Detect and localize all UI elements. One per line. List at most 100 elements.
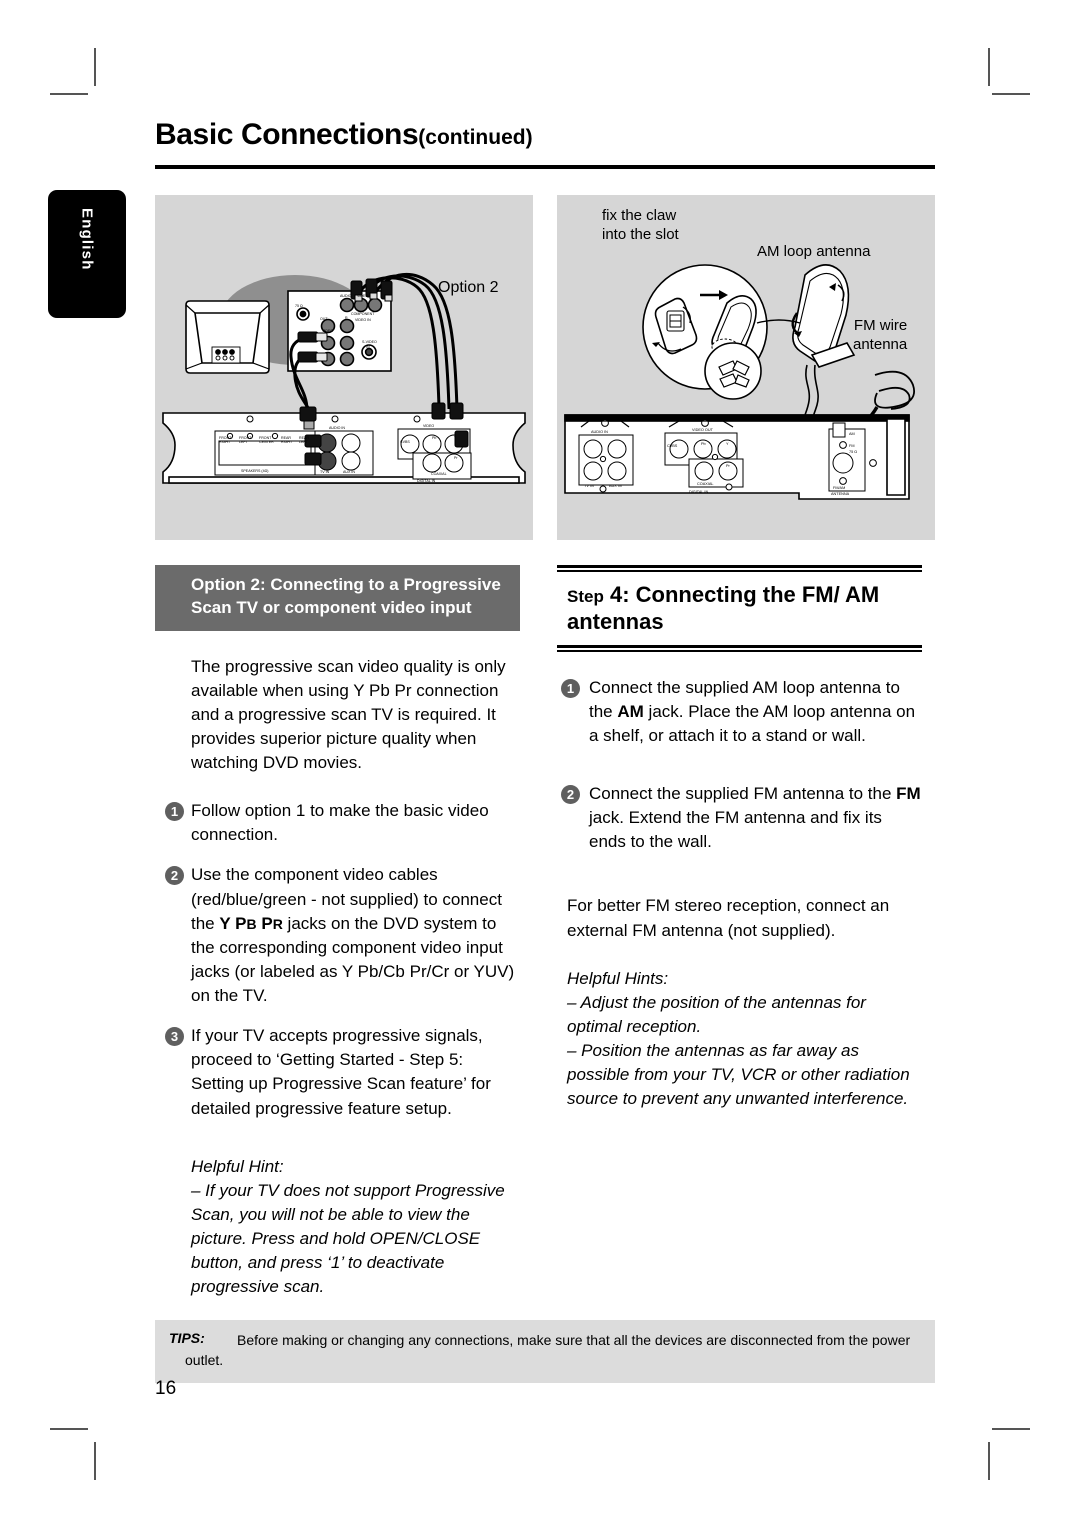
step-rule-bottom <box>557 644 922 648</box>
label-pb-small: B <box>246 915 257 932</box>
step-rule-top <box>557 565 922 568</box>
svg-text:AUX IN: AUX IN <box>343 470 355 474</box>
label-pr-small: R <box>272 915 283 932</box>
svg-text:DIGITAL IN: DIGITAL IN <box>417 479 436 483</box>
svg-text:VIDEO: VIDEO <box>423 424 434 428</box>
step-number-badge: 1 <box>561 678 580 698</box>
left-step-2: 2 Use the component video cables (red/blu… <box>155 863 520 1008</box>
svg-text:LEFT: LEFT <box>299 440 309 444</box>
option-heading-text: Option 2: Connecting to a Progressive Sc… <box>191 575 501 617</box>
svg-text:R: R <box>345 316 348 320</box>
jack-label-am: AM <box>617 701 644 721</box>
crop-mark-top-right-vertical <box>988 48 990 86</box>
left-step-1: 1 Follow option 1 to make the basic vide… <box>155 799 520 847</box>
illustration-callout-am-loop: AM loop antenna <box>757 243 871 260</box>
title-rule <box>155 165 935 169</box>
svg-text:75 Ω: 75 Ω <box>849 450 857 454</box>
svg-text:OUT: OUT <box>320 317 328 321</box>
crop-mark-top-left-vertical <box>94 48 96 86</box>
label-pb-cap: P <box>235 913 247 933</box>
svg-text:IN: IN <box>366 345 370 349</box>
right-hint-body-1: – Adjust the position of the antennas fo… <box>567 992 866 1036</box>
step-heading-number: 4: <box>609 582 630 607</box>
illustration-option2-component-video: 75 Ω AUDIO VIDEO COMPONENT VIDEO IN OUT … <box>155 195 533 540</box>
right-step-2-text-before: Connect the supplied FM antenna to the <box>589 784 897 804</box>
option-heading-band: Option 2: Connecting to a Progressive Sc… <box>155 565 520 631</box>
label-y: Y <box>219 913 231 933</box>
language-tab-label: English <box>78 208 96 271</box>
svg-text:DIGITAL IN: DIGITAL IN <box>689 490 708 494</box>
right-step-1: 1 Connect the supplied AM loop antenna to… <box>557 676 922 748</box>
svg-text:SPEAKERS (4Ω): SPEAKERS (4Ω) <box>241 469 268 473</box>
right-step-2-text-after: jack. Extend the FM antenna and fix its … <box>589 808 882 852</box>
svg-text:AUDIO: AUDIO <box>340 294 352 298</box>
jack-label-fm: FM <box>896 784 921 804</box>
svg-text:COAXIAL: COAXIAL <box>431 472 447 476</box>
illustration-callout-fix-claw: fix the claw into the slot <box>602 207 679 243</box>
tips-footer: TIPS: Before making or changing any conn… <box>155 1320 935 1383</box>
illustration-fm-am-antennas: AUDIO IN TV IN AUX IN VIDEO OUT CVBS Pb … <box>557 195 935 540</box>
tips-label: TIPS: <box>169 1330 205 1346</box>
svg-text:RIGHT: RIGHT <box>281 440 293 444</box>
left-step-3-text: If your TV accepts progressive signals, … <box>191 1026 491 1118</box>
crop-mark-bottom-right-vertical <box>988 1442 990 1480</box>
step-heading: Step 4: Connecting the FM/ AM antennas <box>557 572 922 644</box>
crop-mark-bottom-right-horizontal <box>992 1428 1030 1430</box>
step-number-badge: 1 <box>165 802 184 822</box>
svg-text:LEFT: LEFT <box>239 440 249 444</box>
step-number-badge: 3 <box>165 1027 184 1047</box>
tips-inner: TIPS: Before making or changing any conn… <box>155 1330 935 1371</box>
right-helpful-hints: Helpful Hints: – Adjust the position of … <box>557 967 922 1112</box>
illustration-callout-fm-wire: FM wire antenna <box>853 317 908 353</box>
page-number: 16 <box>155 1378 177 1399</box>
tips-text: Before making or changing any connection… <box>185 1332 911 1369</box>
svg-text:Pb: Pb <box>432 436 436 440</box>
right-step-2: 2 Connect the supplied FM antenna to the … <box>557 782 922 854</box>
left-helpful-hint: Helpful Hint: – If your TV does not supp… <box>155 1155 520 1300</box>
crop-mark-top-left-horizontal <box>50 93 88 95</box>
svg-text:AM: AM <box>849 432 855 436</box>
label-pr-cap: P <box>261 913 273 933</box>
right-paragraph: For better FM stereo reception, connect … <box>567 896 890 940</box>
page-content: Basic Connections(continued) 75 Ω AUDIO … <box>155 120 935 1410</box>
svg-text:CVBS: CVBS <box>667 444 678 448</box>
crop-mark-bottom-left-horizontal <box>50 1428 88 1430</box>
left-column: Option 2: Connecting to a Progressive Sc… <box>155 565 520 1299</box>
right-hint-title: Helpful Hints: <box>567 968 669 988</box>
svg-text:COMPONENT: COMPONENT <box>351 312 375 316</box>
page-title: Basic Connections(continued) <box>155 120 533 150</box>
page-header: Basic Connections(continued) <box>155 120 935 178</box>
svg-text:VIDEO OUT: VIDEO OUT <box>692 428 714 432</box>
svg-text:ANTENNA: ANTENNA <box>831 492 850 496</box>
svg-text:TV IN: TV IN <box>320 470 330 474</box>
illustration-callout-option2: Option 2 <box>438 279 499 296</box>
svg-text:CENTER: CENTER <box>259 440 274 444</box>
left-hint-body: – If your TV does not support Progressiv… <box>191 1180 505 1297</box>
svg-text:VIDEO IN: VIDEO IN <box>355 318 371 322</box>
svg-text:AUDIO IN: AUDIO IN <box>329 426 345 430</box>
page-title-continued: (continued) <box>418 126 533 149</box>
page-title-main: Basic Connections <box>155 118 419 151</box>
crop-mark-bottom-left-vertical <box>94 1442 96 1480</box>
crop-mark-top-right-horizontal <box>992 93 1030 95</box>
svg-text:FM: FM <box>849 444 854 448</box>
svg-text:75 Ω: 75 Ω <box>295 304 303 308</box>
jack-label-y-pb-pr: Y PB PR <box>219 914 282 933</box>
right-hint-body-2: – Position the antennas as far away as p… <box>567 1041 910 1109</box>
svg-text:Pb: Pb <box>701 442 706 446</box>
svg-text:VIDEO: VIDEO <box>357 294 368 298</box>
step-number-badge: 2 <box>561 785 580 805</box>
svg-text:S-VIDEO: S-VIDEO <box>362 340 377 344</box>
left-step-3: 3 If your TV accepts progressive signals… <box>155 1024 520 1121</box>
svg-text:VIDEO: VIDEO <box>322 329 333 333</box>
left-intro-paragraph: The progressive scan video quality is on… <box>191 656 506 773</box>
left-step-1-text: Follow option 1 to make the basic video … <box>191 801 489 845</box>
step-heading-label: Step <box>567 587 604 606</box>
